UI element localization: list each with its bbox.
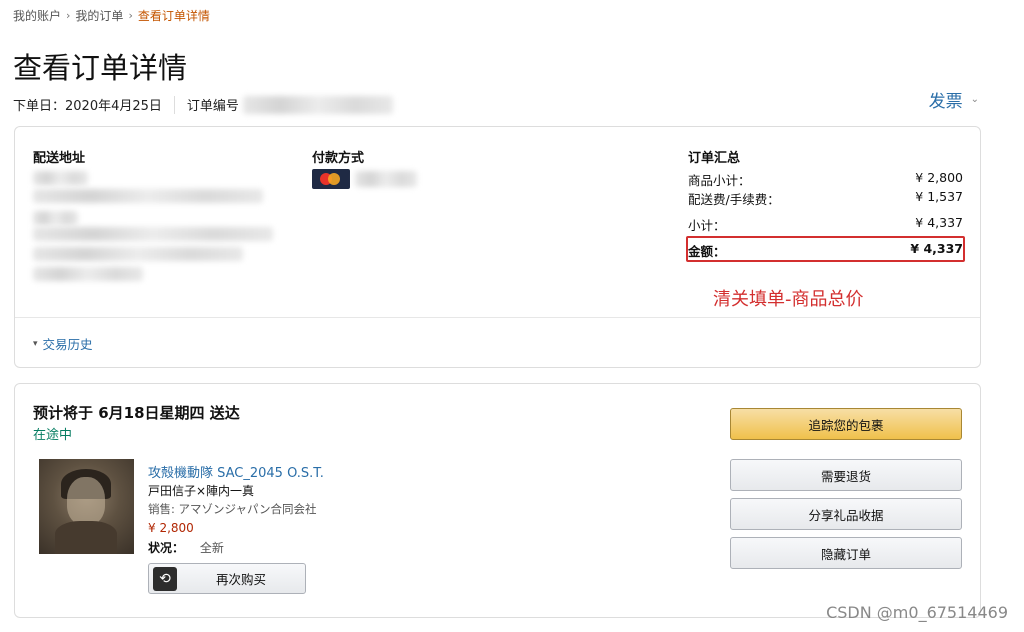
buy-again-label: 再次购买 [215, 572, 266, 587]
rebuy-icon: ⟲ [153, 566, 177, 591]
delivery-estimate-heading: 预计将于 6月18日星期四 送达 [33, 404, 240, 422]
address-redacted [33, 247, 243, 261]
order-summary-card: 配送地址 付款方式 订单汇总 商品小计： ¥ 2,800 配送费/手续费： ¥ … [14, 126, 981, 368]
shipment-status: 在途中 [33, 428, 73, 443]
breadcrumb: 我的账户 › 我的订单 › 查看订单详情 [13, 7, 210, 24]
meta-divider [173, 95, 175, 114]
summary-value: ¥ 1,537 [915, 189, 963, 204]
address-redacted [33, 227, 273, 241]
payment-method-title: 付款方式 [312, 151, 365, 166]
product-title-link[interactable]: 攻殻機動隊 SAC_2045 O.S.T. [148, 462, 324, 481]
chevron-down-icon: ▾ [33, 338, 38, 349]
order-date: 下单日：2020年4月25日 [13, 99, 162, 114]
hide-order-button[interactable]: 隐藏订单 [730, 537, 962, 569]
buy-again-button[interactable]: ⟲ 再次购买 [148, 563, 306, 594]
address-redacted [33, 189, 263, 203]
share-gift-receipt-button[interactable]: 分享礼品收据 [730, 498, 962, 530]
summary-value: ¥ 2,800 [915, 170, 963, 185]
breadcrumb-separator: › [128, 9, 133, 22]
summary-label: 商品小计： [688, 173, 751, 188]
summary-label: 小计： [688, 218, 726, 233]
annotation-text: 清关填单-商品总价 [713, 289, 864, 310]
breadcrumb-my-orders[interactable]: 我的订单 [75, 7, 123, 24]
condition-value: 全新 [199, 541, 224, 555]
invoice-dropdown[interactable]: 发票 ⌄ [929, 87, 979, 112]
order-number-redacted [242, 95, 393, 114]
order-number-label: 订单编号 [186, 99, 239, 114]
return-items-button[interactable]: 需要退货 [730, 459, 962, 491]
product-price: ¥ 2,800 [148, 521, 194, 535]
track-package-button[interactable]: 追踪您的包裹 [730, 408, 962, 440]
transaction-history-toggle[interactable]: ▾ 交易历史 [33, 334, 93, 353]
product-artist: 戸田信子×陣内一真 [148, 484, 255, 498]
total-label: 金额： [688, 244, 726, 259]
summary-label: 配送费/手续费： [688, 192, 780, 207]
summary-row-shipping: 配送费/手续费： ¥ 1,537 [688, 189, 963, 208]
product-condition: 状况： 全新 [148, 539, 224, 556]
address-redacted [33, 171, 88, 185]
summary-row-total: 金额： ¥ 4,337 [688, 241, 963, 260]
section-divider [15, 317, 980, 318]
invoice-label: 发票 [928, 92, 963, 112]
condition-label: 状况： [148, 541, 185, 555]
summary-value: ¥ 4,337 [915, 215, 963, 230]
shipping-address-title: 配送地址 [33, 151, 86, 166]
product-image[interactable] [39, 459, 134, 554]
breadcrumb-my-account[interactable]: 我的账户 [13, 7, 61, 24]
total-value: ¥ 4,337 [910, 241, 963, 256]
order-meta: 下单日：2020年4月25日 订单编号 [13, 95, 393, 114]
address-redacted [33, 211, 78, 225]
summary-row-items: 商品小计： ¥ 2,800 [688, 170, 963, 189]
chevron-down-icon: ⌄ [970, 94, 979, 105]
mastercard-logo-icon [312, 169, 350, 189]
shipment-card: 预计将于 6月18日星期四 送达 在途中 攻殻機動隊 SAC_2045 O.S.… [14, 383, 981, 618]
address-redacted [33, 267, 143, 281]
summary-row-subtotal: 小计： ¥ 4,337 [688, 215, 963, 234]
breadcrumb-order-details: 查看订单详情 [137, 9, 210, 23]
order-summary-title: 订单汇总 [688, 151, 741, 166]
watermark-text: CSDN @m0_67514469 [826, 603, 1008, 622]
transaction-history-label: 交易历史 [42, 337, 93, 352]
breadcrumb-separator: › [66, 9, 71, 22]
card-number-redacted [355, 171, 417, 187]
product-seller: 销售: アマゾンジャパン合同会社 [148, 502, 317, 516]
page-title: 查看订单详情 [13, 51, 188, 85]
